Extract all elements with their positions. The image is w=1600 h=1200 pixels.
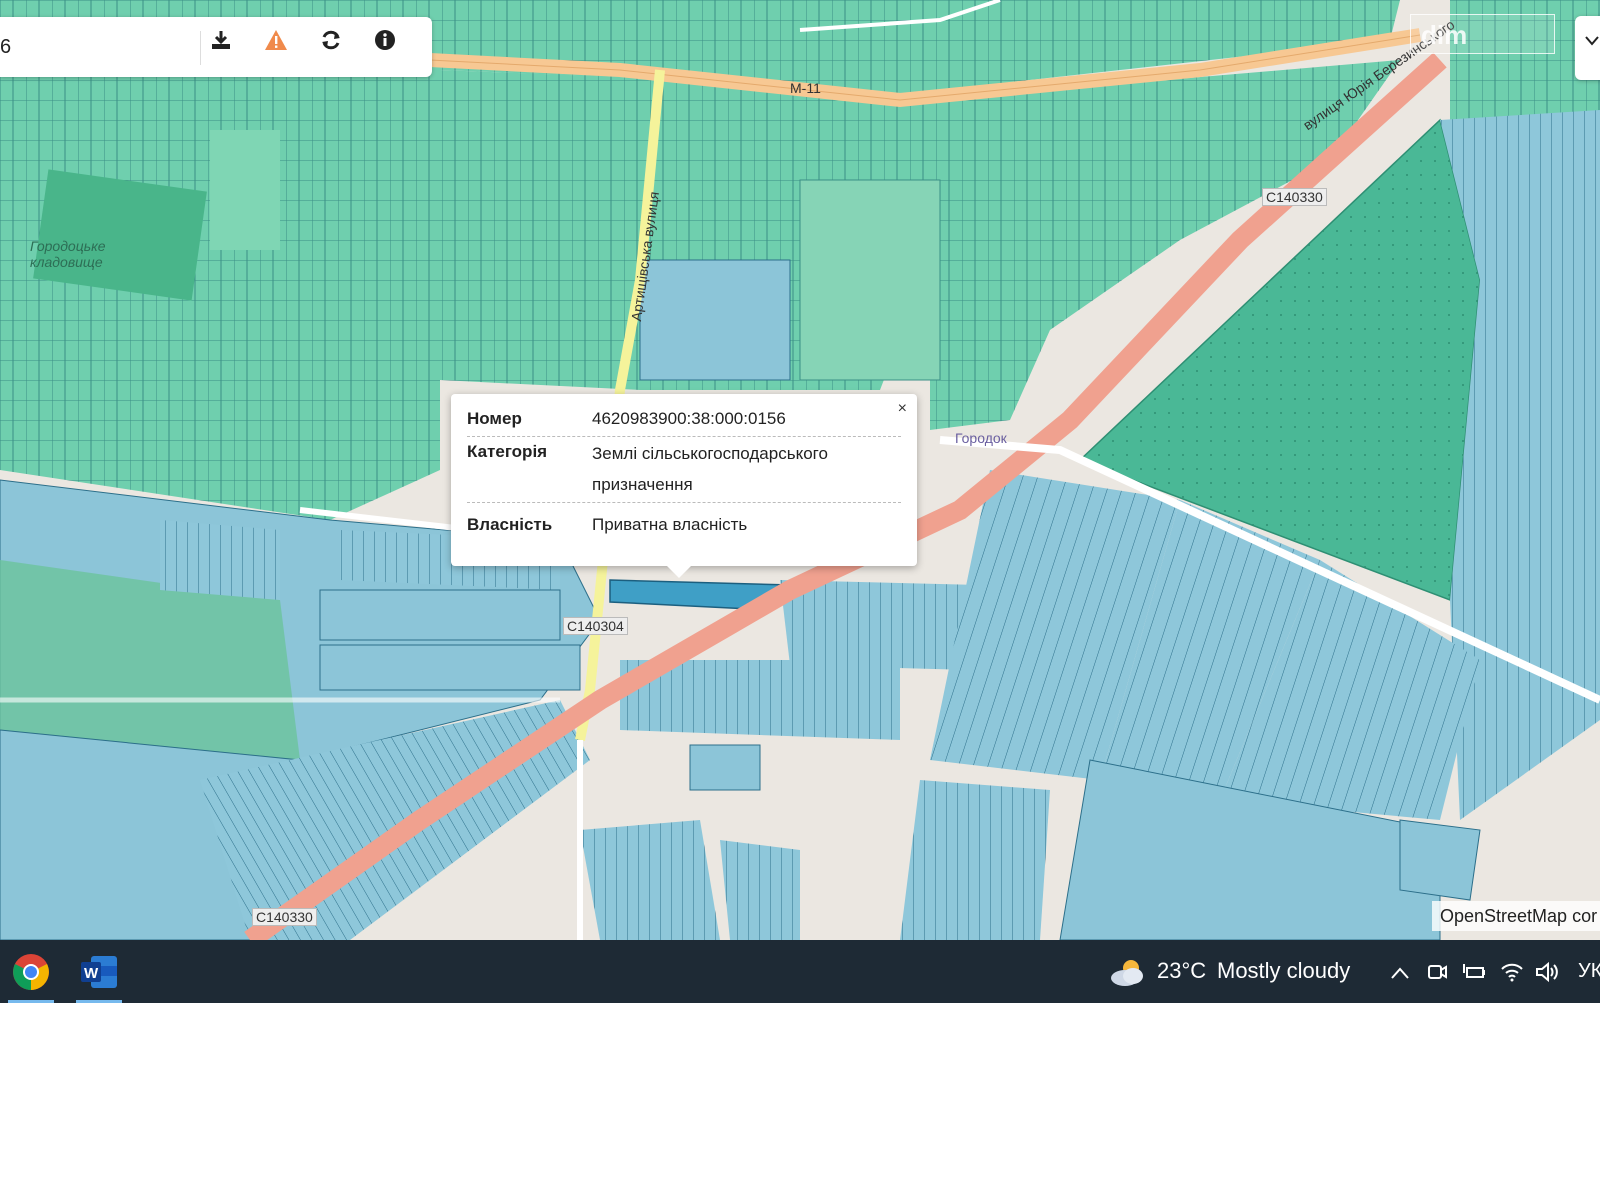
popup-row-number: Номер 4620983900:38:000:0156 [467, 406, 901, 437]
report-issue-button[interactable] [264, 29, 304, 65]
popup-value-number: 4620983900:38:000:0156 [592, 409, 786, 428]
download-button[interactable] [210, 29, 250, 65]
download-icon [212, 31, 230, 49]
language-indicator[interactable]: УК [1578, 960, 1600, 983]
layer-switcher[interactable] [1575, 16, 1600, 80]
chevron-down-icon [1585, 36, 1599, 46]
meet-now-icon[interactable] [1426, 961, 1448, 983]
map-canvas[interactable]: M-11 C140330 C140330 C140304 вулиця Юрія… [0, 0, 1600, 940]
road-label-m11: M-11 [790, 80, 821, 96]
wifi-icon[interactable] [1500, 961, 1524, 983]
map-toolbar: 6 [0, 17, 432, 77]
taskbar: W 23°C Mostly cloudy УК [0, 940, 1600, 1003]
svg-text:W: W [84, 965, 99, 982]
popup-label-category: Категорія [467, 442, 548, 461]
refresh-icon [322, 30, 340, 50]
popup-label-ownership: Власність [467, 515, 553, 534]
battery-icon[interactable] [1461, 961, 1487, 983]
cemetery-label: Городоцьке кладовище [30, 238, 106, 270]
road-label-c140330-bottom: C140330 [252, 908, 317, 926]
search-input[interactable]: 6 [0, 36, 11, 59]
chrome-active-indicator [8, 1000, 54, 1003]
chevron-up-icon[interactable] [1390, 966, 1410, 980]
parcel-info-popup: × Номер 4620983900:38:000:0156 Категорія… [451, 394, 917, 578]
popup-row-ownership: Власність Приватна власність [467, 512, 901, 542]
toolbar-divider [200, 31, 201, 65]
popup-label-number: Номер [467, 409, 522, 428]
weather-description[interactable]: Mostly cloudy [1217, 958, 1350, 984]
road-label-c140304: C140304 [563, 617, 628, 635]
town-label: Городок [955, 430, 1007, 446]
volume-icon[interactable] [1535, 961, 1559, 983]
word-icon: W [81, 955, 117, 988]
chrome-app-button[interactable] [0, 940, 62, 1003]
chrome-icon [13, 953, 49, 990]
weather-cloudy-icon [1111, 960, 1143, 986]
road-label-c140330-top: C140330 [1262, 188, 1327, 206]
warning-icon [265, 30, 287, 50]
word-app-button[interactable]: W [68, 940, 130, 1003]
popup-value-ownership: Приватна власність [592, 515, 748, 534]
refresh-button[interactable] [320, 29, 360, 65]
word-active-indicator [76, 1000, 122, 1003]
weather-temperature[interactable]: 23°C [1157, 958, 1206, 984]
info-icon [375, 30, 395, 50]
site-logo: dim [1410, 14, 1555, 54]
info-button[interactable] [374, 29, 414, 65]
map-attribution[interactable]: OpenStreetMap cor [1432, 901, 1600, 931]
popup-value-category: Землі сільськогосподарського призначення [592, 444, 828, 494]
popup-row-category: Категорія Землі сільськогосподарського п… [467, 438, 901, 503]
